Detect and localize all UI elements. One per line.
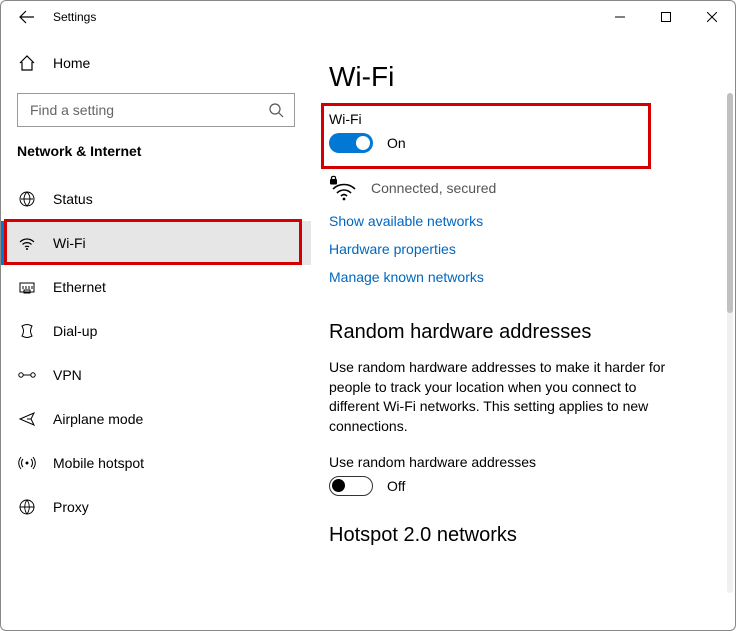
sidebar-home[interactable]: Home: [1, 41, 311, 85]
random-hw-body: Use random hardware addresses to make it…: [329, 358, 669, 436]
link-hardware-props[interactable]: Hardware properties: [329, 241, 707, 257]
titlebar: Settings: [1, 1, 735, 33]
sidebar-item-label: Wi-Fi: [53, 235, 86, 251]
minimize-button[interactable]: [597, 1, 643, 33]
secured-wifi-icon: [329, 175, 357, 201]
sidebar-item-label: Status: [53, 191, 93, 207]
sidebar-item-label: Ethernet: [53, 279, 106, 295]
sidebar-item-vpn[interactable]: VPN: [1, 353, 311, 397]
sidebar-item-label: Mobile hotspot: [53, 455, 144, 471]
wifi-toggle-label: Wi-Fi: [329, 111, 707, 127]
page-title: Wi-Fi: [329, 61, 707, 93]
vpn-icon: [17, 368, 37, 382]
sidebar-section-header: Network & Internet: [1, 143, 311, 167]
status-icon: [17, 190, 37, 208]
sidebar: Home Network & Internet Status: [1, 33, 311, 630]
wifi-toggle-state: On: [387, 135, 406, 151]
dialup-icon: [17, 322, 37, 340]
random-hw-toggle-label: Use random hardware addresses: [329, 454, 707, 470]
sidebar-home-label: Home: [53, 55, 90, 71]
link-show-networks[interactable]: Show available networks: [329, 213, 707, 229]
sidebar-item-hotspot[interactable]: Mobile hotspot: [1, 441, 311, 485]
random-hw-toggle-state: Off: [387, 478, 405, 494]
connection-status-text: Connected, secured: [371, 180, 496, 196]
close-button[interactable]: [689, 1, 735, 33]
ethernet-icon: [17, 278, 37, 296]
sidebar-item-label: VPN: [53, 367, 82, 383]
sidebar-item-ethernet[interactable]: Ethernet: [1, 265, 311, 309]
random-hw-toggle[interactable]: [329, 476, 373, 496]
hotspot-icon: [17, 454, 37, 472]
maximize-icon: [661, 12, 671, 22]
home-icon: [17, 54, 37, 72]
sidebar-item-label: Airplane mode: [53, 411, 143, 427]
random-hw-title: Random hardware addresses: [329, 321, 707, 344]
scrollbar[interactable]: [727, 93, 733, 593]
link-manage-known[interactable]: Manage known networks: [329, 269, 707, 285]
wifi-toggle[interactable]: [329, 133, 373, 153]
scrollbar-thumb[interactable]: [727, 93, 733, 313]
content-pane: Wi-Fi Wi-Fi On Connec: [311, 33, 735, 630]
back-arrow-icon: [19, 9, 35, 25]
window-title: Settings: [53, 10, 96, 24]
sidebar-item-label: Proxy: [53, 499, 89, 515]
back-button[interactable]: [9, 1, 45, 33]
search-icon: [268, 102, 284, 118]
close-icon: [707, 12, 717, 22]
minimize-icon: [615, 12, 625, 22]
maximize-button[interactable]: [643, 1, 689, 33]
airplane-icon: [17, 410, 37, 428]
sidebar-item-status[interactable]: Status: [1, 177, 311, 221]
connection-status-row: Connected, secured: [329, 175, 707, 201]
sidebar-item-wifi[interactable]: Wi-Fi: [1, 221, 311, 265]
sidebar-item-dialup[interactable]: Dial-up: [1, 309, 311, 353]
sidebar-item-airplane[interactable]: Airplane mode: [1, 397, 311, 441]
wifi-icon: [17, 234, 37, 252]
sidebar-item-label: Dial-up: [53, 323, 97, 339]
sidebar-item-proxy[interactable]: Proxy: [1, 485, 311, 529]
search-box[interactable]: [17, 93, 295, 127]
hotspot20-title: Hotspot 2.0 networks: [329, 524, 707, 547]
search-input[interactable]: [28, 101, 268, 119]
proxy-icon: [17, 498, 37, 516]
